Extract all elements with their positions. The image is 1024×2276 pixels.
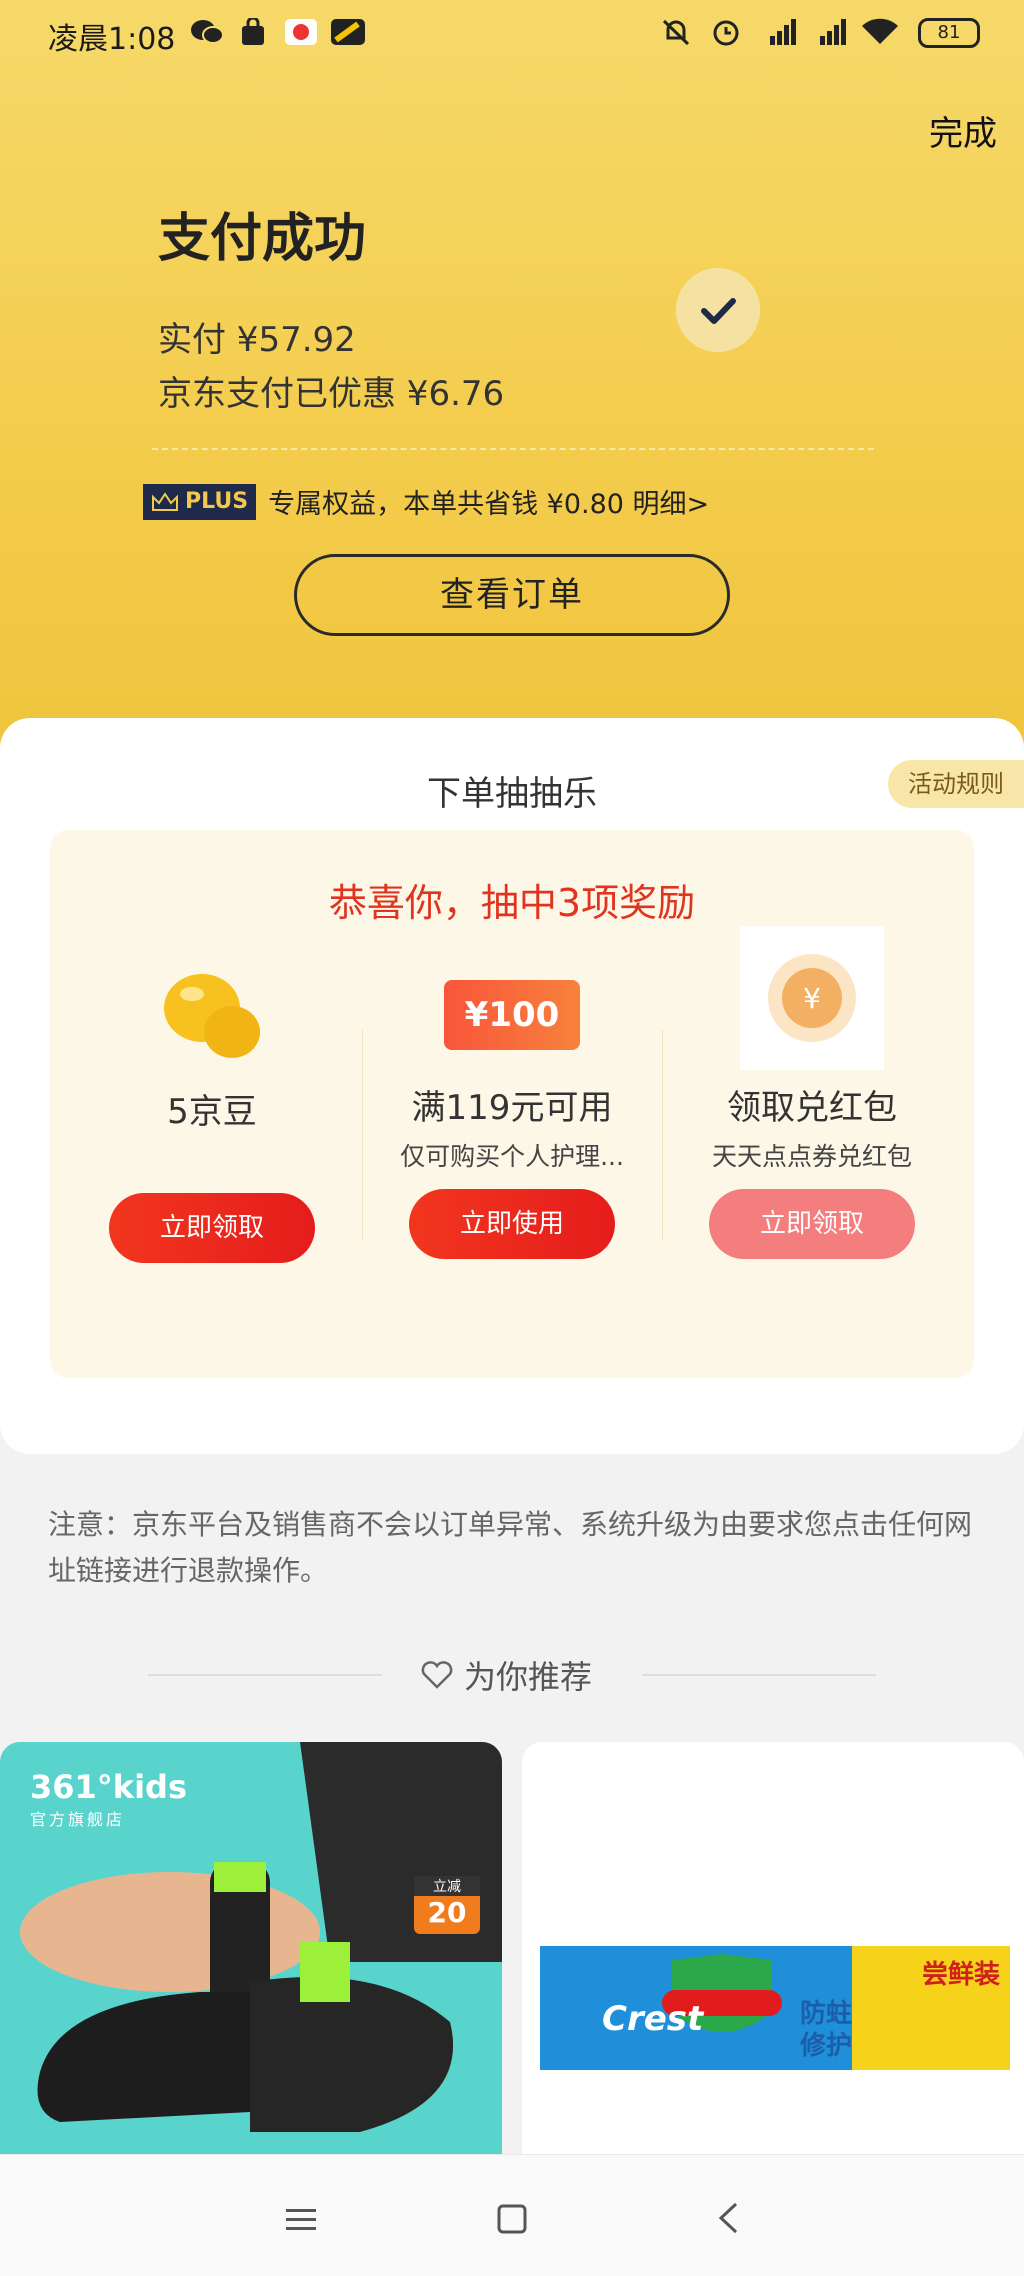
discount-amount: 京东支付已优惠 ¥6.76 xyxy=(158,374,505,414)
paid-amount: 实付 ¥57.92 xyxy=(158,320,356,360)
congrats-text: 恭喜你，抽中3项奖励 xyxy=(328,881,696,925)
product-tag: 防蛀修护 xyxy=(800,1999,853,2061)
navigation-bar xyxy=(0,2154,1024,2276)
view-order-button[interactable]: 查看订单 xyxy=(294,554,730,636)
status-bar: 凌晨1:08 81 xyxy=(0,0,1024,64)
recommend-label-row: 为你推荐 xyxy=(420,1652,592,1698)
discount-badge-value: 20 xyxy=(427,1896,467,1929)
lottery-card: 下单抽抽乐 活动规则 恭喜你，抽中3项奖励 5京豆 立即领取 ¥100 满119… xyxy=(0,718,1024,1454)
app-notification-icon-2 xyxy=(331,19,365,45)
shoe-product-image xyxy=(20,1742,502,2132)
done-button[interactable]: 完成 xyxy=(929,106,997,155)
prize-name: 满119元可用 xyxy=(411,1088,613,1128)
coupon-ticket: ¥100 xyxy=(362,960,662,1070)
prize-sub: 天天点点券兑红包 xyxy=(711,1142,912,1171)
app-notification-icon xyxy=(285,19,317,45)
signal-hd-icon-2 xyxy=(820,19,846,45)
jingdou-bean-icon xyxy=(164,974,260,1058)
prize-sub xyxy=(62,1141,362,1171)
svg-text:Crest: Crest xyxy=(602,1999,705,2039)
alarm-icon xyxy=(713,20,739,46)
prize-item-coupon: ¥100 满119元可用 仅可购买个人护理... 立即使用 xyxy=(362,960,662,1259)
divider xyxy=(152,448,874,450)
plus-badge: PLUS xyxy=(143,483,257,520)
signal-hd-icon xyxy=(770,19,796,45)
shopping-bag-icon xyxy=(242,18,264,45)
recommend-label: 为你推荐 xyxy=(464,1658,593,1696)
product-card[interactable]: 361°kids 官方旗舰店 立减 20 xyxy=(0,1742,502,2162)
divider xyxy=(642,1674,876,1676)
red-packet-coin-icon: ¥ xyxy=(740,926,884,1070)
crown-icon xyxy=(152,491,178,511)
use-button[interactable]: 立即使用 xyxy=(409,1189,615,1259)
menu-icon[interactable] xyxy=(284,2205,318,2235)
payment-header-background xyxy=(0,0,1024,760)
prize-item-jingdou: 5京豆 立即领取 xyxy=(62,960,362,1263)
discount-badge: 立减 20 xyxy=(414,1876,480,1934)
coupon-amount: ¥100 xyxy=(444,980,580,1050)
heart-icon xyxy=(421,1661,453,1689)
prize-name: 5京豆 xyxy=(167,1092,257,1132)
wifi-icon xyxy=(862,18,898,44)
battery-indicator: 81 xyxy=(918,18,980,48)
claim-button[interactable]: 立即领取 xyxy=(709,1189,915,1259)
wechat-icon xyxy=(191,20,224,44)
activity-rules-button[interactable]: 活动规则 xyxy=(888,760,1024,808)
lottery-title: 下单抽抽乐 xyxy=(427,774,597,814)
plus-benefit-row[interactable]: PLUS 专属权益，本单共省钱 ¥0.80 明细> xyxy=(143,482,709,521)
redpacket-image: ¥ xyxy=(662,926,962,1070)
page-title: 支付成功 xyxy=(158,209,367,269)
prize-item-redpacket: ¥ 领取兑红包 天天点点券兑红包 立即领取 xyxy=(662,926,962,1259)
status-time: 凌晨1:08 xyxy=(48,22,176,57)
product-tag-2: 尝鲜装 xyxy=(922,1960,1001,1990)
plus-benefit-text: 专属权益，本单共省钱 ¥0.80 明细> xyxy=(268,489,710,520)
checkmark-icon xyxy=(676,268,760,352)
recommend-header: 为你推荐 xyxy=(0,1648,1024,1700)
security-notice: 注意：京东平台及销售商不会以订单异常、系统升级为由要求您点击任何网址链接进行退款… xyxy=(48,1508,973,1587)
plus-badge-label: PLUS xyxy=(185,489,249,514)
back-icon[interactable] xyxy=(716,2201,740,2235)
product-card[interactable]: Crest 防蛀修护 尝鲜装 xyxy=(522,1742,1024,2162)
mute-bell-icon xyxy=(662,19,690,46)
svg-text:¥: ¥ xyxy=(803,982,821,1015)
prize-name: 领取兑红包 xyxy=(727,1088,897,1128)
prize-sub: 仅可购买个人护理... xyxy=(400,1142,624,1171)
home-icon[interactable] xyxy=(496,2203,528,2235)
claim-button[interactable]: 立即领取 xyxy=(109,1193,315,1263)
divider xyxy=(148,1674,382,1676)
discount-badge-label: 立减 xyxy=(414,1876,480,1896)
prize-panel: 恭喜你，抽中3项奖励 5京豆 立即领取 ¥100 满119元可用 仅可购买个人护… xyxy=(50,830,974,1378)
toothpaste-product-image: Crest xyxy=(540,1946,1010,2070)
